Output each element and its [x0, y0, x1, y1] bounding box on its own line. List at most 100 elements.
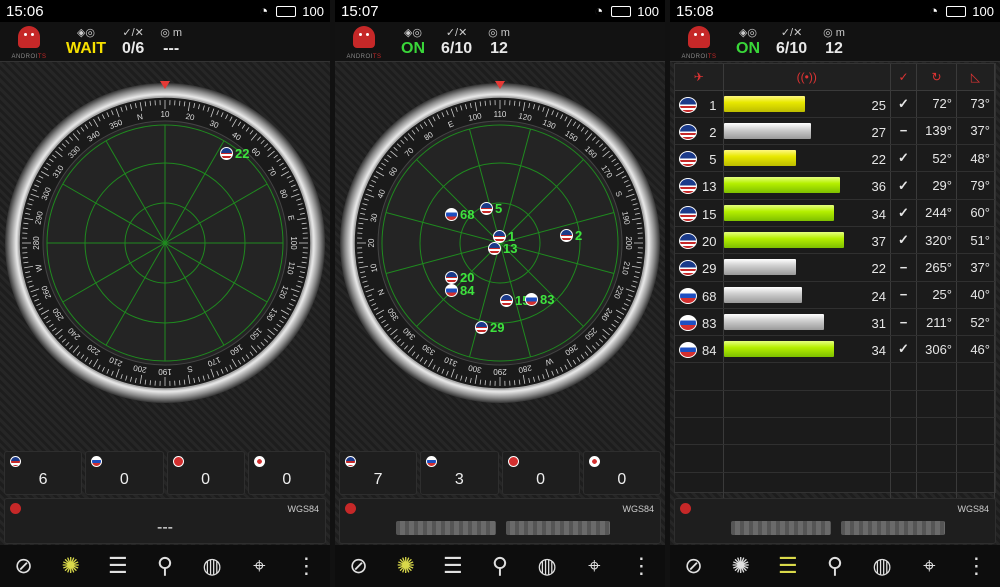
screen-radar-wait: 15:06 ◔ 100 ANDROITS ◈◎ WAIT ✓/✕ 0/6 ◎ m --… — [0, 0, 330, 587]
bottom-nav: ⊘ ✺ ☰ ⚲ ◍ ⌖ ⋮ — [670, 545, 1000, 587]
alarm-icon: ◔ — [594, 2, 604, 20]
walk-icon[interactable]: ⚲ — [150, 551, 180, 581]
not-used-icon: − — [890, 281, 917, 309]
snr-bar — [723, 286, 802, 303]
count-value: 7 — [373, 471, 383, 488]
flag-cn-icon — [172, 456, 184, 467]
snr-value: 24 — [871, 288, 886, 304]
clock: 15:07 — [341, 2, 379, 20]
satellite-marker[interactable]: 84 — [445, 283, 474, 298]
azimuth-value: 244° — [916, 199, 957, 227]
count-value: 0 — [201, 471, 211, 488]
snr-bar — [723, 341, 834, 358]
sats-used: ✓/✕ 6/10 — [441, 26, 472, 58]
walk-icon[interactable]: ⚲ — [820, 551, 850, 581]
table-row: 29 22−265° 37° — [675, 253, 995, 282]
alarm-icon: ◔ — [259, 2, 269, 20]
satellite-marker[interactable]: 5 — [480, 201, 502, 216]
datum-label: WGS84 — [287, 504, 319, 514]
flag-ru-icon — [445, 208, 458, 221]
signal-table-icon[interactable]: ☰ — [438, 551, 468, 581]
snr-value: 31 — [871, 315, 886, 331]
location-pin-icon[interactable]: ⌖ — [244, 551, 274, 581]
snr-bar — [723, 95, 806, 112]
walk-icon[interactable]: ⚲ — [485, 551, 515, 581]
globe-icon[interactable]: ◍ — [532, 551, 562, 581]
radar-icon[interactable]: ✺ — [56, 551, 86, 581]
globe-icon[interactable]: ◍ — [867, 551, 897, 581]
satellite-marker[interactable]: 13 — [488, 241, 517, 256]
table-row-empty — [675, 417, 995, 446]
satellite-marker[interactable]: 22 — [220, 146, 249, 161]
globe-icon[interactable]: ◍ — [197, 551, 227, 581]
radar-dial: 330340350N 10 203040607080E100110120130150… — [5, 81, 325, 403]
radar-icon[interactable]: ✺ — [726, 551, 756, 581]
more-icon[interactable]: ⋮ — [291, 551, 321, 581]
satellite-check-icon: ✓/✕ — [445, 26, 468, 39]
app-logo[interactable]: ANDROITS — [678, 24, 720, 60]
azimuth-value: 306° — [916, 335, 957, 364]
gps-status: ◈◎ ON — [736, 26, 760, 58]
more-icon[interactable]: ⋮ — [626, 551, 656, 581]
constellation-count-us: 7 — [339, 451, 418, 495]
compass-icon[interactable]: ⊘ — [9, 551, 39, 581]
signal-icon[interactable]: ((•)) — [723, 64, 891, 91]
compass-tick-label: 10 — [161, 110, 170, 119]
accuracy-value: 12 — [490, 39, 508, 57]
accuracy-icon: ◎ m — [160, 26, 183, 39]
fix-check-icon[interactable]: ✓ — [890, 64, 917, 91]
sats-used: ✓/✕ 0/6 — [122, 26, 144, 58]
gps-status-value: ON — [401, 39, 425, 57]
radar-icon[interactable]: ✺ — [391, 551, 421, 581]
signal-table-icon[interactable]: ☰ — [103, 551, 133, 581]
table-row-empty — [675, 362, 995, 391]
flag-ru-icon — [679, 342, 697, 359]
used-in-fix-icon: ✓ — [890, 171, 917, 200]
more-icon[interactable]: ⋮ — [961, 551, 991, 581]
flag-ru-icon — [525, 293, 538, 306]
count-value: 0 — [119, 471, 129, 488]
used-in-fix-icon: ✓ — [890, 226, 917, 255]
location-pin-icon[interactable]: ⌖ — [914, 551, 944, 581]
flag-us-icon — [560, 229, 573, 242]
table-row-empty — [675, 444, 995, 473]
prn-value: 83 — [702, 315, 717, 331]
location-pin-icon[interactable]: ⌖ — [579, 551, 609, 581]
azimuth-value: 139° — [916, 117, 957, 146]
count-value: 3 — [454, 471, 464, 488]
gps-icon: ◈◎ — [738, 26, 758, 39]
satellite-marker[interactable]: 29 — [475, 320, 504, 335]
app-logo[interactable]: ANDROITS — [343, 24, 385, 60]
gps-icon: ◈◎ — [403, 26, 423, 39]
satellite-marker[interactable]: 68 — [445, 207, 474, 222]
coordinate-panel: WGS84 — [339, 498, 661, 544]
satellite-icon[interactable]: ✈ — [675, 64, 724, 91]
compass-icon[interactable]: ⊘ — [344, 551, 374, 581]
battery-icon — [946, 5, 967, 17]
prn-value: 2 — [709, 124, 717, 140]
not-used-icon: − — [890, 253, 917, 282]
compass-icon[interactable]: ⊘ — [679, 551, 709, 581]
satellite-marker[interactable]: 83 — [525, 292, 554, 307]
coordinate-globe-icon — [680, 503, 691, 514]
signal-table-icon[interactable]: ☰ — [773, 551, 803, 581]
azimuth-icon[interactable]: ↻ — [916, 64, 957, 91]
table-row: 15 34 ✓ 244° 60° — [675, 199, 995, 227]
datum-label: WGS84 — [622, 504, 654, 514]
gps-status-value: ON — [736, 39, 760, 57]
satellite-prn: 68 — [460, 207, 475, 222]
elevation-value: 46° — [956, 335, 995, 364]
constellation-count-jp: 0 — [582, 451, 661, 495]
screen-signal-table: 15:08 ◔ 100 ANDROITS ◈◎ ON ✓/✕ 6/10 ◎ m 1 2 … — [670, 0, 1000, 587]
accuracy-value: --- — [163, 39, 180, 57]
flag-us-icon — [679, 178, 697, 195]
elevation-icon[interactable]: ◺ — [956, 64, 995, 91]
app-logo[interactable]: ANDROITS — [8, 24, 50, 60]
elevation-value: 60° — [956, 199, 995, 227]
flag-us-icon — [488, 242, 501, 255]
coordinate-panel: WGS84 — [674, 498, 996, 544]
satellite-prn: 2 — [575, 228, 583, 243]
snr-value: 34 — [871, 343, 886, 359]
satellite-marker[interactable]: 2 — [560, 228, 582, 243]
accuracy: ◎ m --- — [160, 26, 182, 58]
